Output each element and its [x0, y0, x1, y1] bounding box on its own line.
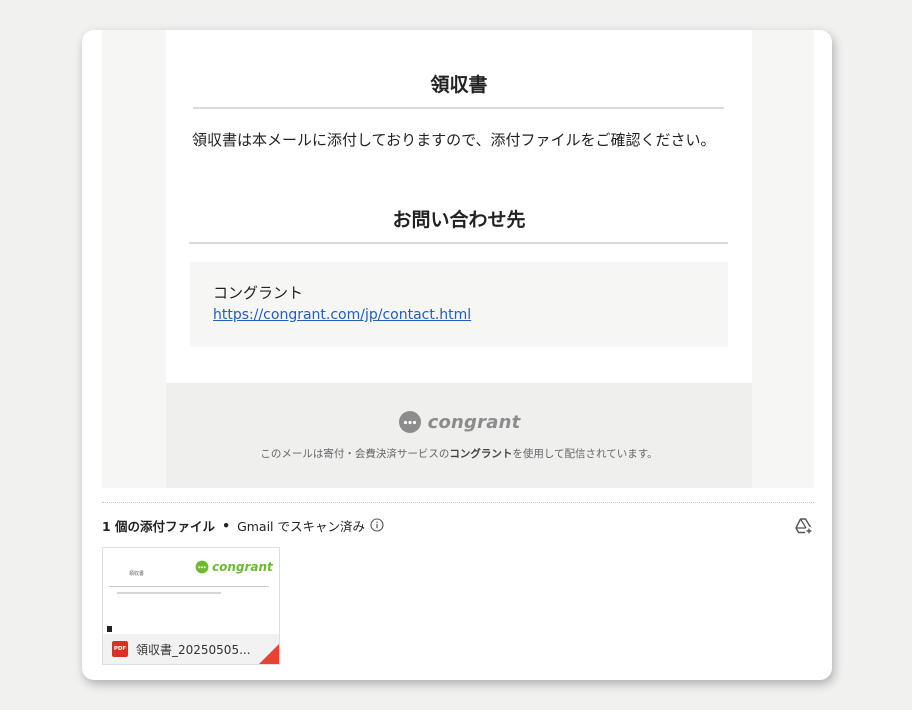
thumbnail-mark — [107, 626, 112, 632]
thumbnail-logo: congrant — [195, 560, 273, 574]
footer-logo: congrant — [166, 409, 752, 435]
attachments-header: 1 個の添付ファイル • Gmail でスキャン済み — [102, 516, 384, 534]
attachment-thumbnail[interactable]: 領収書 congrant PDF 領収書_20250505... — [102, 547, 280, 665]
attachments-separator — [102, 502, 814, 503]
scan-status: Gmail でスキャン済み — [237, 518, 366, 534]
thumbnail-preview-label: 領収書 — [129, 571, 145, 577]
contact-name: コングラント — [213, 284, 304, 302]
page-fold-corner — [259, 644, 279, 664]
attachment-count: 1 個の添付ファイル — [102, 518, 216, 534]
receipt-divider — [193, 107, 724, 109]
receipt-heading: 領収書 — [430, 74, 488, 96]
thumbnail-logo-icon — [195, 560, 209, 574]
contact-divider — [189, 242, 728, 244]
footer-logo-text: congrant — [427, 411, 521, 433]
bullet-separator: • — [222, 517, 231, 533]
attachment-filename: 領収書_20250505... — [136, 642, 251, 657]
email-card: 領収書 領収書は本メールに添付しておりますので、添付ファイルをご確認ください。 … — [82, 30, 832, 680]
contact-box: コングラント https://congrant.com/jp/contact.h… — [190, 262, 728, 347]
thumbnail-text-line — [117, 592, 221, 594]
thumbnail-rule — [109, 586, 269, 587]
contact-link[interactable]: https://congrant.com/jp/contact.html — [213, 307, 471, 323]
email-body: 領収書 領収書は本メールに添付しておりますので、添付ファイルをご確認ください。 … — [166, 30, 752, 383]
footer-note: このメールは寄付・会費決済サービスのコングラントを使用して配信されています。 — [166, 446, 752, 461]
pdf-file-icon: PDF — [112, 641, 128, 657]
receipt-text: 領収書は本メールに添付しておりますので、添付ファイルをご確認ください。 — [192, 131, 716, 149]
footer-note-brand: コングラント — [449, 448, 513, 460]
email-footer: congrant このメールは寄付・会費決済サービスのコングラントを使用して配信… — [166, 383, 752, 488]
congrant-logo-icon — [398, 411, 421, 433]
info-icon[interactable] — [370, 518, 384, 532]
thumbnail-logo-text: congrant — [212, 560, 273, 574]
attachment-file-bar: PDF 領収書_20250505... — [103, 634, 279, 664]
add-to-drive-icon[interactable] — [794, 516, 814, 536]
footer-note-before: このメールは寄付・会費決済サービスの — [260, 448, 450, 460]
footer-note-after: を使用して配信されています。 — [512, 448, 658, 460]
contact-heading: お問い合わせ先 — [392, 209, 526, 231]
